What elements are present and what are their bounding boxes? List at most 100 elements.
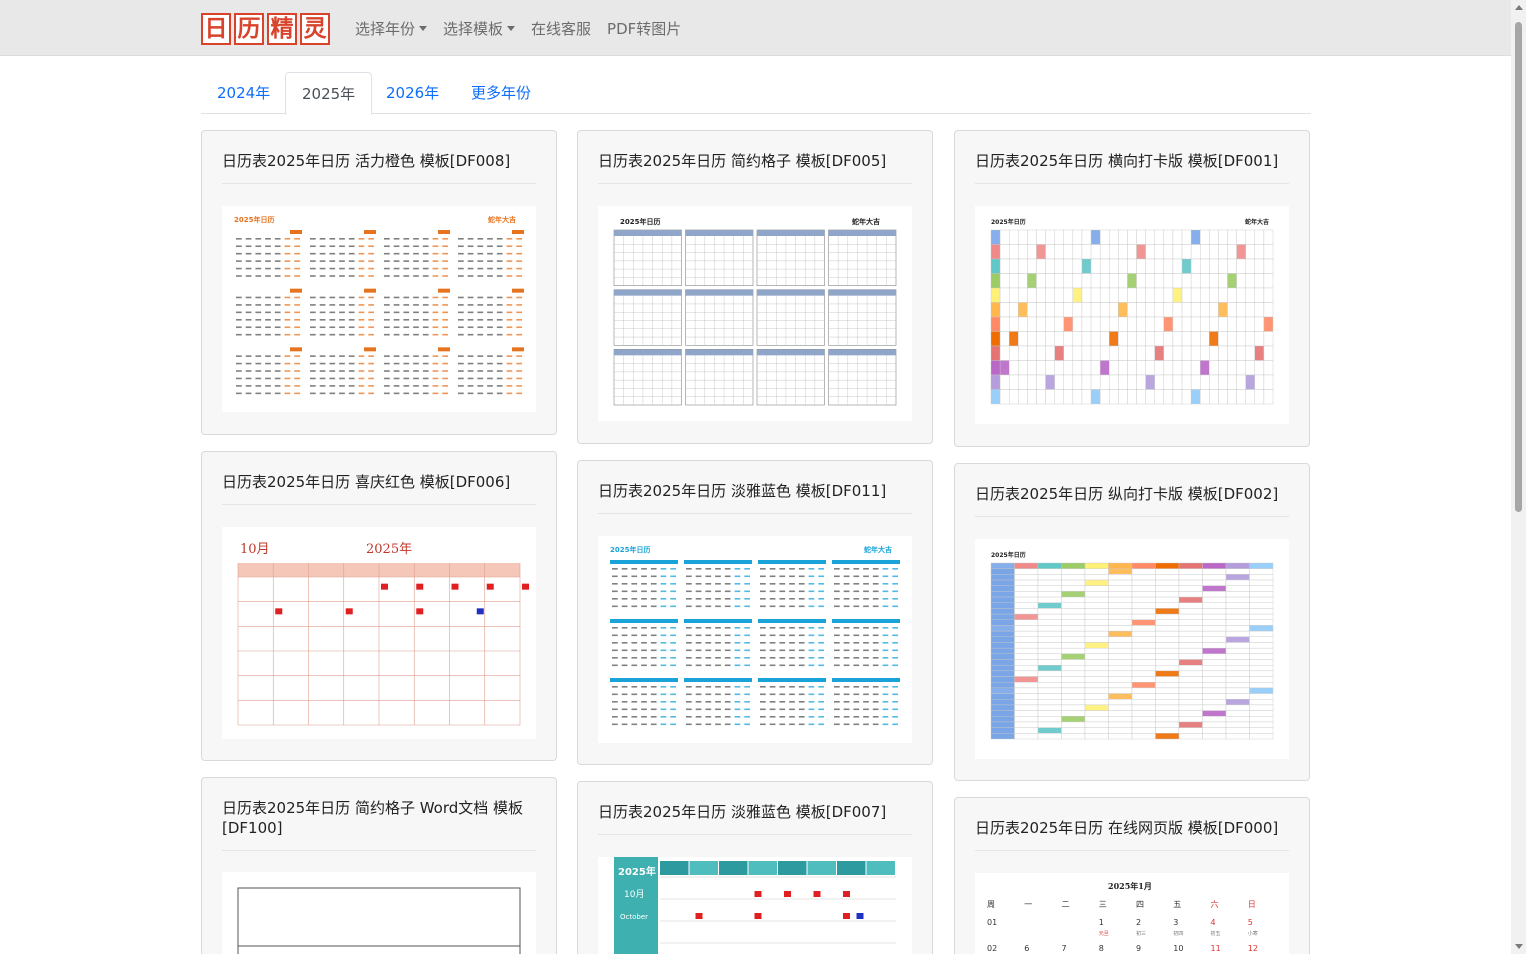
svg-text:5: 5 [1248,918,1253,927]
tab-2026[interactable]: 2026年 [370,72,455,114]
card-title[interactable]: 日历表2025年日历 活力橙色 模板[DF008] [222,151,536,184]
caret-down-icon [507,26,516,31]
svg-text:2025年日历: 2025年日历 [610,545,650,554]
nav-pdf-to-image-link[interactable]: PDF转图片 [607,18,681,39]
card-title[interactable]: 日历表2025年日历 横向打卡版 模板[DF001] [975,151,1289,184]
svg-text:1: 1 [1099,918,1104,927]
card-title[interactable]: 日历表2025年日历 淡雅蓝色 模板[DF011] [598,481,912,514]
nav-item-label: 选择年份 [355,20,416,38]
logo-char: 历 [234,13,264,45]
card-title[interactable]: 日历表2025年日历 在线网页版 模板[DF000] [975,818,1289,851]
svg-text:9: 9 [1136,944,1141,953]
year-tabs: 2024年 2025年 2026年 更多年份 [201,72,1311,115]
card-title[interactable]: 日历表2025年日历 淡雅蓝色 模板[DF007] [598,802,912,835]
tab-2025[interactable]: 2025年 [285,72,373,115]
thumbnail-graphic: 2025年 10月 October [614,857,896,954]
svg-text:三: 三 [1099,900,1107,909]
svg-text:2025年日历: 2025年日历 [991,218,1026,226]
scrollbar-thumb[interactable] [1515,22,1522,512]
logo-char: 灵 [300,13,330,45]
template-thumbnail[interactable]: 10月2025年 [222,872,536,954]
tab-2024[interactable]: 2024年 [201,72,286,114]
caret-down-icon [419,26,428,31]
template-card-df008[interactable]: 日历表2025年日历 活力橙色 模板[DF008] 2025年日历 蛇年大吉 [201,130,557,435]
logo-char: 精 [267,13,297,45]
template-card-df006[interactable]: 日历表2025年日历 喜庆红色 模板[DF006] 10月 2025年 [201,451,557,761]
thumbnail-graphic: 10月2025年 [237,887,521,954]
svg-text:元旦: 元旦 [1099,931,1109,937]
svg-text:2025年: 2025年 [618,865,656,878]
template-thumbnail[interactable]: 2025年日历 蛇年大吉 [222,206,536,412]
svg-text:2: 2 [1136,918,1141,927]
template-thumbnail[interactable]: 2025年日历 [975,539,1289,759]
svg-text:4: 4 [1211,918,1216,927]
svg-text:小寒: 小寒 [1248,930,1258,937]
thumbnail-graphic: 2025年日历 蛇年大吉 [610,545,900,726]
svg-text:01: 01 [987,918,997,927]
template-card-df005[interactable]: 日历表2025年日历 简约格子 模板[DF005] 2025年日历 蛇年大吉 [577,130,933,444]
top-navbar: 日 历 精 灵 选择年份 选择模板 在线客服 PDF转图片 [0,0,1511,56]
template-card-df007[interactable]: 日历表2025年日历 淡雅蓝色 模板[DF007] 2025年 10月 Octobe… [577,781,933,954]
svg-text:一: 一 [1024,900,1032,909]
scroll-down-arrow-icon[interactable] [1515,944,1523,949]
svg-text:10月: 10月 [624,889,644,900]
tab-more-years[interactable]: 更多年份 [455,72,547,114]
svg-text:蛇年大吉: 蛇年大吉 [852,217,880,226]
nav-item-label: PDF转图片 [607,20,682,38]
svg-text:10月: 10月 [240,542,270,557]
svg-text:8: 8 [1099,944,1104,953]
svg-text:蛇年大吉: 蛇年大吉 [864,545,892,554]
nav-item-label: 选择模板 [443,20,504,38]
site-logo[interactable]: 日 历 精 灵 [201,13,330,45]
thumbnail-graphic: 10月 2025年 [237,542,529,726]
template-thumbnail[interactable]: 2025年日历 蛇年大吉 [975,206,1289,424]
nav-online-support-link[interactable]: 在线客服 [531,18,591,39]
template-thumbnail[interactable]: 10月 2025年 [222,527,536,739]
svg-text:11: 11 [1211,944,1221,953]
svg-text:2025年日历: 2025年日历 [234,215,274,224]
thumbnail-graphic: 2025年日历 蛇年大吉 [234,215,524,395]
svg-text:蛇年大吉: 蛇年大吉 [1245,218,1269,226]
nav-select-template-dropdown[interactable]: 选择模板 [443,18,516,39]
card-title[interactable]: 日历表2025年日历 简约格子 Word文档 模板[DF100] [222,798,536,851]
card-title[interactable]: 日历表2025年日历 纵向打卡版 模板[DF002] [975,484,1289,517]
svg-text:六: 六 [1211,899,1219,909]
card-title[interactable]: 日历表2025年日历 简约格子 模板[DF005] [598,151,912,184]
thumbnail-graphic: 2025年日历 蛇年大吉 [613,217,897,406]
svg-text:2025年: 2025年 [366,542,412,557]
svg-text:7: 7 [1062,944,1067,953]
svg-text:02: 02 [987,944,997,953]
svg-text:周: 周 [987,900,995,909]
svg-text:2025年日历: 2025年日历 [991,551,1026,559]
svg-text:初四: 初四 [1173,930,1183,937]
template-card-df002[interactable]: 日历表2025年日历 纵向打卡版 模板[DF002] 2025年日历 [954,463,1310,781]
nav-item-label: 在线客服 [531,20,592,38]
svg-text:蛇年大吉: 蛇年大吉 [488,215,516,224]
svg-text:6: 6 [1024,944,1029,953]
svg-text:10: 10 [1173,944,1183,953]
logo-char: 日 [201,13,231,45]
nav-menu: 选择年份 选择模板 在线客服 PDF转图片 [355,18,681,39]
template-thumbnail[interactable]: 2025年日历 蛇年大吉 [598,536,912,743]
template-card-df000[interactable]: 日历表2025年日历 在线网页版 模板[DF000] 2025年1月周 一 二 三 四 五… [954,797,1310,954]
svg-text:12: 12 [1248,944,1258,953]
template-thumbnail[interactable]: 2025年1月周一二三四五六日 01 1 2 3 4 5 元旦 初三 初四 初五 小寒 02 6 7 8 9 10… [975,873,1289,954]
page-scrollbar[interactable] [1511,0,1526,954]
template-card-df001[interactable]: 日历表2025年日历 横向打卡版 模板[DF001] 2025年日历 蛇年大吉 [954,130,1310,447]
svg-text:日: 日 [1248,900,1256,909]
svg-text:初五: 初五 [1211,930,1221,937]
svg-text:2025年1月: 2025年1月 [1108,881,1152,891]
svg-text:五: 五 [1173,900,1181,909]
card-title[interactable]: 日历表2025年日历 喜庆红色 模板[DF006] [222,472,536,505]
thumbnail-graphic: 2025年1月周一二三四五六日01 1 2 3 4 5元旦 初三 初四 初五 小寒02 6 7 8 9 10… [987,881,1258,953]
template-card-df100[interactable]: 日历表2025年日历 简约格子 Word文档 模板[DF100] 10月2025… [201,777,557,954]
scroll-up-arrow-icon[interactable] [1515,5,1523,10]
template-thumbnail[interactable]: 2025年日历 蛇年大吉 [598,206,912,421]
thumbnail-graphic: 2025年日历 蛇年大吉 [990,218,1274,405]
template-card-df011[interactable]: 日历表2025年日历 淡雅蓝色 模板[DF011] 2025年日历 蛇年大吉 [577,460,933,765]
svg-text:四: 四 [1136,900,1144,909]
thumbnail-graphic: 2025年日历 [990,551,1274,740]
template-thumbnail[interactable]: 2025年 10月 October [598,857,912,954]
svg-text:2025年日历: 2025年日历 [620,217,660,226]
nav-select-year-dropdown[interactable]: 选择年份 [355,18,428,39]
